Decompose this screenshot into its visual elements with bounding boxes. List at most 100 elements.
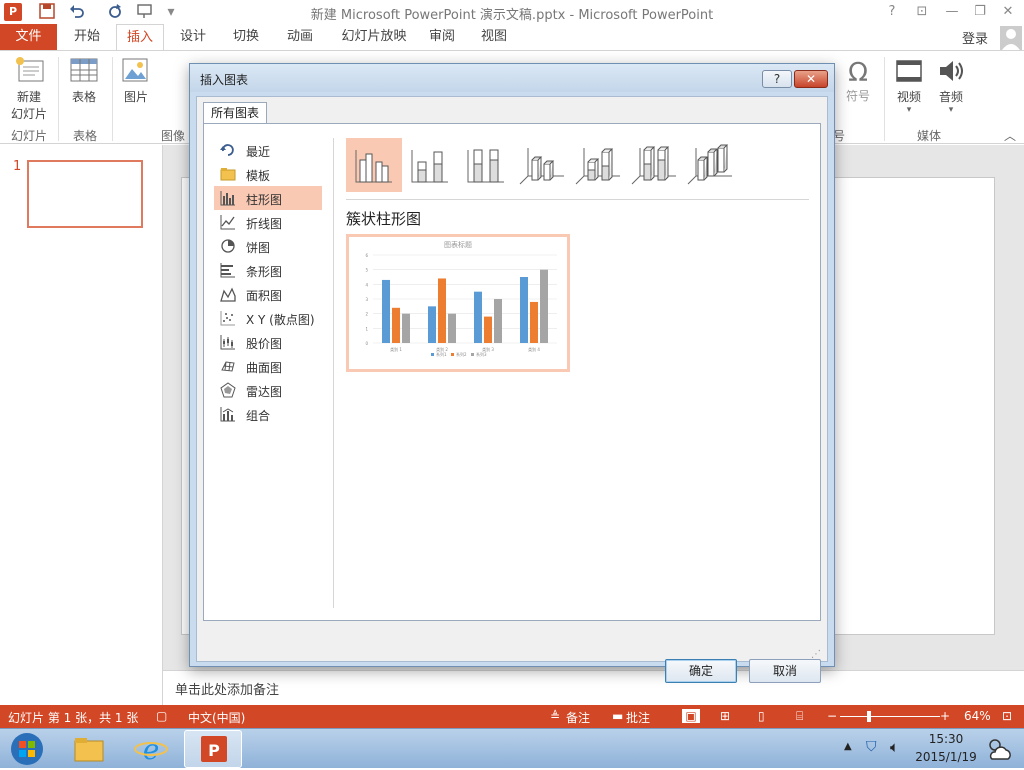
normal-view-icon[interactable]: ▣ <box>682 709 700 723</box>
category-label: 条形图 <box>246 265 283 279</box>
volume-icon[interactable]: 🔈︎ <box>890 738 899 756</box>
comments-icon[interactable]: ▬ <box>612 709 623 723</box>
collapse-ribbon-icon[interactable]: ︿ <box>1004 127 1016 144</box>
category-line[interactable]: 折线图 <box>214 210 322 234</box>
help-button[interactable]: ? <box>880 2 904 22</box>
new-slide-button[interactable]: 新建 幻灯片 <box>6 55 52 122</box>
category-recent[interactable]: 最近 <box>214 138 322 162</box>
bar-chart-icon <box>220 263 235 278</box>
reading-view-icon[interactable]: ▯ <box>758 709 765 723</box>
area-chart-icon <box>220 287 236 302</box>
weather-icon[interactable] <box>984 735 1014 763</box>
subtype-clustered-column[interactable] <box>346 138 402 192</box>
dialog-close-button[interactable]: ✕ <box>794 70 828 88</box>
audio-button[interactable]: 音频 ▾ <box>932 57 970 115</box>
chart-category-list: 最近 模板 柱形图 折线图 饼图 条形图 面积图 X Y (散点图) 股价图 曲… <box>214 138 330 618</box>
avatar[interactable] <box>1000 26 1022 50</box>
category-combo[interactable]: 组合 <box>214 402 322 426</box>
slideshow-view-icon[interactable]: ⌸ <box>796 709 803 724</box>
language-indicator[interactable]: 中文(中国) <box>188 709 245 726</box>
preview-bar <box>540 269 548 343</box>
category-templates[interactable]: 模板 <box>214 162 322 186</box>
symbol-button[interactable]: Ω 符号 <box>842 59 874 104</box>
tab-review[interactable]: 审阅 <box>422 24 462 50</box>
svg-text:P: P <box>208 741 220 760</box>
tab-all-charts[interactable]: 所有图表 <box>203 102 267 124</box>
category-area[interactable]: 面积图 <box>214 282 322 306</box>
subtype-100-stacked-column[interactable] <box>458 138 514 192</box>
table-button[interactable]: 表格 <box>64 57 104 105</box>
zoom-in-icon[interactable]: + <box>940 709 950 723</box>
category-scatter[interactable]: X Y (散点图) <box>214 306 322 330</box>
tab-home[interactable]: 开始 <box>64 24 110 50</box>
close-button[interactable]: ✕ <box>996 2 1020 22</box>
fit-to-window-icon[interactable]: ⊡ <box>1002 709 1012 723</box>
comments-toggle[interactable]: 批注 <box>626 709 650 726</box>
dialog-help-button[interactable]: ? <box>762 70 792 88</box>
login-link[interactable]: 登录 <box>962 28 988 47</box>
preview-y-tick-label: 1 <box>365 326 368 331</box>
show-hidden-icons-icon[interactable]: ▲ <box>844 741 852 752</box>
group-label-tables: 表格 <box>72 129 97 143</box>
3d-stacked-column-icon <box>575 148 620 185</box>
preview-bar <box>484 316 492 343</box>
category-column[interactable]: 柱形图 <box>214 186 322 210</box>
clock-date[interactable]: 2015/1/19 <box>910 750 982 764</box>
zoom-level[interactable]: 64% <box>964 709 991 723</box>
new-slide-label-2: 幻灯片 <box>10 107 47 121</box>
dialog-title-bar[interactable]: 插入图表 ? ✕ <box>190 64 834 92</box>
subtype-stacked-column[interactable] <box>402 138 458 192</box>
subtype-3d-100-stacked-column[interactable] <box>626 138 682 192</box>
combo-chart-icon <box>220 407 235 422</box>
zoom-slider-track[interactable] <box>840 716 940 717</box>
ribbon-display-options-icon[interactable]: ⊡ <box>910 2 934 22</box>
tab-slideshow[interactable]: 幻灯片放映 <box>332 24 416 50</box>
clock-time[interactable]: 15:30 <box>916 732 976 746</box>
notes-pane[interactable]: 单击此处添加备注 <box>162 670 1024 705</box>
slide-thumbnail-pane: 1 <box>0 145 162 705</box>
internet-explorer-taskbar-icon[interactable]: e <box>134 733 168 766</box>
ok-button[interactable]: 确定 <box>665 659 737 683</box>
security-shield-icon[interactable]: ⛉ <box>866 739 877 755</box>
tab-view[interactable]: 视图 <box>474 24 514 50</box>
subtype-3d-clustered-column[interactable] <box>514 138 570 192</box>
folder-icon <box>220 168 236 181</box>
start-button[interactable] <box>8 731 46 767</box>
cancel-button[interactable]: 取消 <box>749 659 821 683</box>
minimize-button[interactable]: — <box>940 2 964 22</box>
file-explorer-taskbar-icon[interactable] <box>72 733 106 765</box>
slide-thumbnail[interactable] <box>27 160 143 228</box>
slide-sorter-icon[interactable]: ⊞ <box>720 709 730 723</box>
preview-bar <box>392 307 400 343</box>
category-radar[interactable]: 雷达图 <box>214 378 322 402</box>
tab-insert[interactable]: 插入 <box>116 24 164 50</box>
chevron-down-icon: ▾ <box>906 105 912 115</box>
spellcheck-icon[interactable]: ▢ <box>156 709 167 723</box>
ribbon-separator <box>112 57 113 141</box>
category-bar[interactable]: 条形图 <box>214 258 322 282</box>
subtype-3d-stacked-column[interactable] <box>570 138 626 192</box>
restore-button[interactable]: ❐ <box>968 2 992 22</box>
picture-label: 图片 <box>123 90 148 104</box>
picture-button[interactable]: 图片 <box>118 57 154 105</box>
category-pie[interactable]: 饼图 <box>214 234 322 258</box>
resize-grip-icon[interactable]: ⋰ <box>811 649 821 660</box>
ribbon-tabs: 文件 开始 插入 设计 切换 动画 幻灯片放映 审阅 视图 登录 <box>0 24 1024 50</box>
tab-animations[interactable]: 动画 <box>276 24 324 50</box>
notes-toggle-icon[interactable]: ≜ <box>550 709 560 723</box>
picture-icon <box>122 58 148 82</box>
category-label: 股价图 <box>246 337 283 351</box>
video-button[interactable]: 视频 ▾ <box>890 57 928 115</box>
category-surface[interactable]: 曲面图 <box>214 354 322 378</box>
zoom-out-icon[interactable]: − <box>827 709 837 723</box>
chart-preview[interactable]: 图表标题 0 1 2 3 4 5 6 类别 1 类别 2 类别 3 类别 4 系列1 系列2 系列3 <box>346 234 570 372</box>
tab-transitions[interactable]: 切换 <box>222 24 270 50</box>
zoom-slider-handle[interactable] <box>867 711 871 722</box>
recent-icon <box>220 144 234 156</box>
notes-toggle[interactable]: 备注 <box>566 709 590 726</box>
subtype-3d-column[interactable] <box>682 138 738 192</box>
tab-file[interactable]: 文件 <box>0 24 57 50</box>
powerpoint-taskbar-button[interactable]: P <box>184 730 242 768</box>
category-stock[interactable]: 股价图 <box>214 330 322 354</box>
tab-design[interactable]: 设计 <box>170 24 216 50</box>
